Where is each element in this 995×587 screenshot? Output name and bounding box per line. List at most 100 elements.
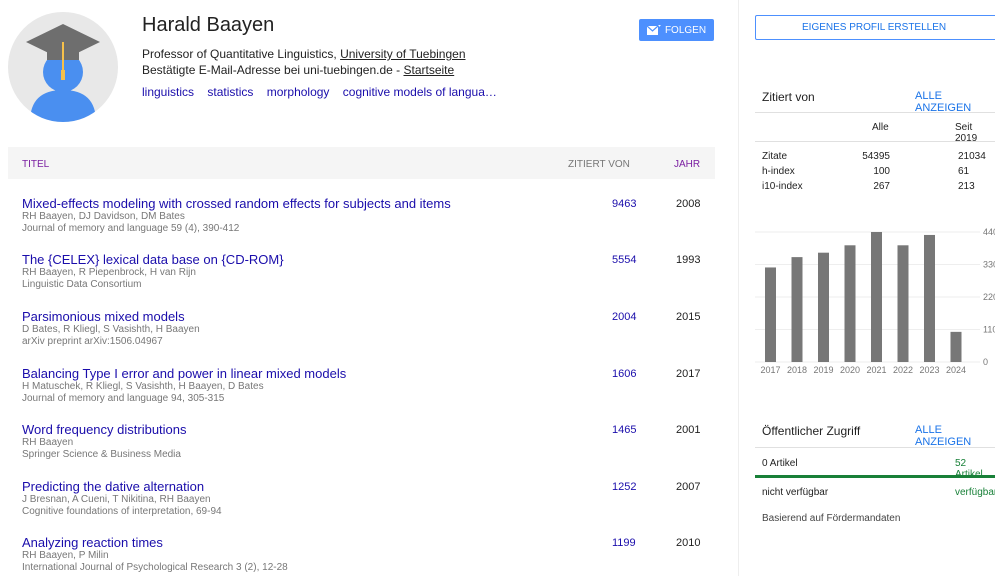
article-year: 2008 xyxy=(676,198,701,210)
sort-cited[interactable]: ZITIERT VON xyxy=(568,159,630,170)
citation-bar-2024[interactable] xyxy=(950,331,962,362)
article-authors: RH Baayen xyxy=(22,437,74,448)
article-title[interactable]: Analyzing reaction times xyxy=(22,535,712,550)
divider xyxy=(755,447,995,448)
y-tick-label: 2200 xyxy=(983,292,995,302)
x-tick-label: 2022 xyxy=(893,365,913,375)
create-profile-button[interactable]: EIGENES PROFIL ERSTELLEN xyxy=(755,15,995,40)
y-tick-label: 3300 xyxy=(983,260,995,270)
article-year: 2015 xyxy=(676,311,701,323)
email-line: Bestätigte E-Mail-Adresse bei uni-tuebin… xyxy=(142,63,404,77)
article-title[interactable]: Word frequency distributions xyxy=(22,422,712,437)
show-all-open-access-link[interactable]: ALLE ANZEIGEN xyxy=(915,424,995,448)
column-divider xyxy=(738,0,739,576)
divider xyxy=(755,141,995,142)
sort-year[interactable]: JAHR xyxy=(674,159,700,170)
cited-by-count[interactable]: 1252 xyxy=(612,481,636,493)
graduate-avatar-icon xyxy=(26,24,100,122)
stat-label: h-index xyxy=(762,166,795,177)
citation-bar-2019[interactable] xyxy=(818,252,829,362)
oa-unavailable-label: nicht verfügbar xyxy=(762,487,829,498)
article-year: 2017 xyxy=(676,368,701,380)
table-row: Balancing Type I error and power in line… xyxy=(22,366,712,418)
homepage-link[interactable]: Startseite xyxy=(403,63,454,77)
table-row: Parsimonious mixed models D Bates, R Kli… xyxy=(22,309,712,361)
cited-by-count[interactable]: 1606 xyxy=(612,368,636,380)
oa-available-label: verfügbar xyxy=(955,487,995,498)
table-row: Word frequency distributions RH Baayen S… xyxy=(22,422,712,474)
oa-basis-note: Basierend auf Fördermandaten xyxy=(762,513,901,524)
article-year: 2007 xyxy=(676,481,701,493)
interest-link[interactable]: linguistics xyxy=(142,85,194,99)
interest-link[interactable]: statistics xyxy=(207,85,253,99)
y-tick-label: 4400 xyxy=(983,227,995,237)
table-row: Predicting the dative alternation J Bres… xyxy=(22,479,712,531)
table-row: Analyzing reaction times RH Baayen, P Mi… xyxy=(22,535,712,587)
citation-bar-2022[interactable] xyxy=(897,245,909,362)
affiliation: Professor of Quantitative Linguistics, U… xyxy=(142,46,466,78)
cited-by-count[interactable]: 1199 xyxy=(612,537,636,549)
article-venue: Linguistic Data Consortium xyxy=(22,279,142,290)
article-title[interactable]: Parsimonious mixed models xyxy=(22,309,712,324)
cited-by-count[interactable]: 9463 xyxy=(612,198,636,210)
col-all: Alle xyxy=(872,122,889,133)
article-title[interactable]: The {CELEX} lexical data base on {CD-ROM… xyxy=(22,252,712,267)
divider xyxy=(755,112,995,113)
mail-plus-icon xyxy=(646,24,661,35)
x-tick-label: 2024 xyxy=(946,365,966,375)
stat-all: 54395 xyxy=(862,151,890,162)
x-tick-label: 2023 xyxy=(919,365,939,375)
stat-since: 213 xyxy=(958,181,975,192)
follow-label: FOLGEN xyxy=(664,24,707,36)
article-authors: RH Baayen, R Piepenbrock, H van Rijn xyxy=(22,267,196,278)
x-tick-label: 2018 xyxy=(787,365,807,375)
oa-unavailable-count[interactable]: 0 Artikel xyxy=(762,458,798,469)
stat-since: 21034 xyxy=(958,151,986,162)
article-title[interactable]: Balancing Type I error and power in line… xyxy=(22,366,712,381)
table-row: Mixed-effects modeling with crossed rand… xyxy=(22,196,712,248)
article-authors: J Bresnan, A Cueni, T Nikitina, RH Baaye… xyxy=(22,494,211,505)
citation-bar-2020[interactable] xyxy=(844,245,856,362)
article-authors: D Bates, R Kliegl, S Vasishth, H Baayen xyxy=(22,324,200,335)
show-all-citations-link[interactable]: ALLE ANZEIGEN xyxy=(915,90,995,114)
profile-name: Harald Baayen xyxy=(142,14,275,36)
stat-all: 267 xyxy=(873,181,890,192)
article-venue: arXiv preprint arXiv:1506.04967 xyxy=(22,336,163,347)
x-tick-label: 2019 xyxy=(813,365,833,375)
article-year: 2010 xyxy=(676,537,701,549)
cited-by-heading: Zitiert von xyxy=(762,90,815,104)
open-access-heading: Öffentlicher Zugriff xyxy=(762,424,861,438)
article-year: 1993 xyxy=(676,254,701,266)
cited-by-count[interactable]: 5554 xyxy=(612,254,636,266)
citation-bar-2018[interactable] xyxy=(791,257,803,362)
stat-label: i10-index xyxy=(762,181,803,192)
x-tick-label: 2021 xyxy=(866,365,886,375)
article-authors: RH Baayen, DJ Davidson, DM Bates xyxy=(22,211,185,222)
citation-bar-2023[interactable] xyxy=(924,234,935,362)
article-venue: Springer Science & Business Media xyxy=(22,449,181,460)
x-tick-label: 2017 xyxy=(760,365,780,375)
interests: linguistics statistics morphology cognit… xyxy=(142,85,507,99)
article-venue: International Journal of Psychological R… xyxy=(22,562,288,573)
citations-chart: 4400 3300 2200 1100 0 2017 2018 2019 2020 2021 202… xyxy=(755,227,995,375)
article-venue: Cognitive foundations of interpretation,… xyxy=(22,506,222,517)
interest-link[interactable]: morphology xyxy=(267,85,330,99)
article-venue: Journal of memory and language 94, 305-3… xyxy=(22,393,225,404)
cited-by-count[interactable]: 1465 xyxy=(612,424,636,436)
y-tick-label: 0 xyxy=(983,357,988,367)
interest-link[interactable]: cognitive models of langua… xyxy=(343,85,497,99)
table-header: TITEL ZITIERT VON JAHR xyxy=(8,147,715,179)
article-title[interactable]: Predicting the dative alternation xyxy=(22,479,712,494)
y-tick-label: 1100 xyxy=(983,325,995,335)
article-venue: Journal of memory and language 59 (4), 3… xyxy=(22,223,240,234)
follow-button[interactable]: FOLGEN xyxy=(639,19,714,41)
stat-label: Zitate xyxy=(762,151,788,162)
university-link[interactable]: University of Tuebingen xyxy=(340,47,465,61)
article-year: 2001 xyxy=(676,424,701,436)
citation-bar-2021[interactable] xyxy=(871,232,882,362)
article-title[interactable]: Mixed-effects modeling with crossed rand… xyxy=(22,196,712,211)
sort-title[interactable]: TITEL xyxy=(22,159,49,170)
avatar xyxy=(8,12,118,122)
citation-bar-2017[interactable] xyxy=(765,267,776,362)
cited-by-count[interactable]: 2004 xyxy=(612,311,636,323)
